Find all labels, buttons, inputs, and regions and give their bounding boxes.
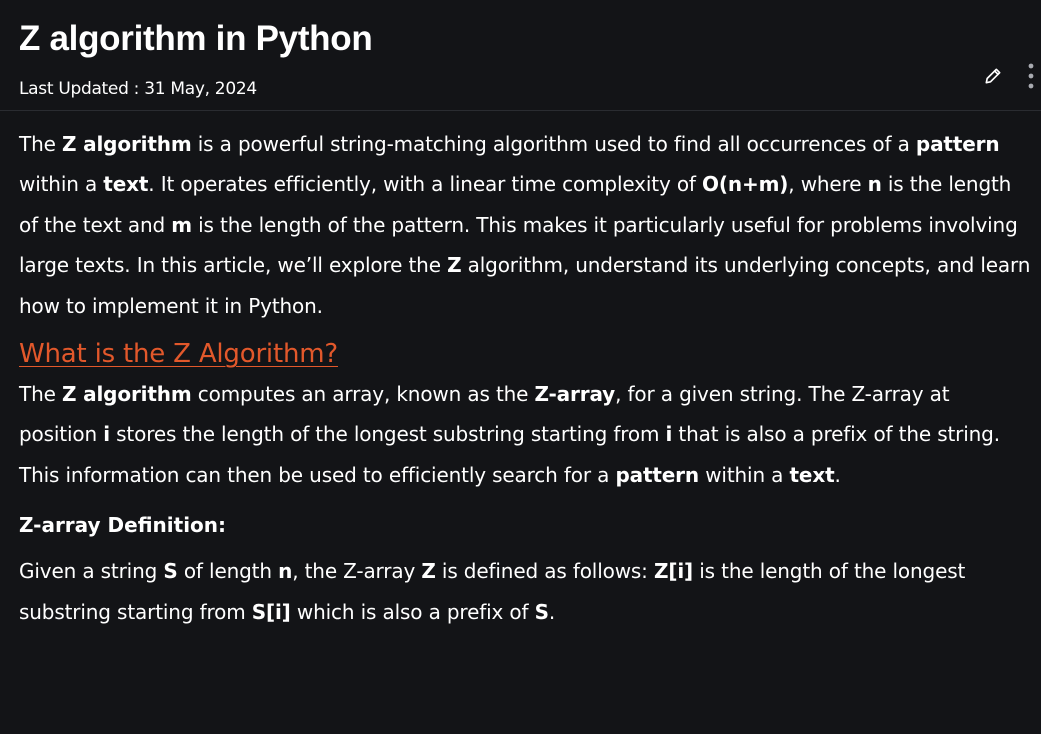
text-run: The [19,132,62,156]
bold-term: pattern [615,462,699,487]
bold-term: S [163,559,178,584]
text-run: within a [699,462,790,487]
section-heading-link[interactable]: What is the Z Algorithm? [19,338,338,370]
meta-row: Last Updated : 31 May, 2024 [19,59,1034,111]
article-actions [981,59,1041,93]
text-run: within a [19,172,104,197]
text-run: . It operates efficiently, with a linear… [148,172,703,197]
bold-term: n [278,559,293,584]
bold-term: pattern [915,132,1000,156]
section-paragraph: The Z algorithm computes an array, known… [19,374,1031,495]
text-run: , the Z-array [292,559,422,584]
bold-term: S [534,599,549,624]
text-run: , where [788,172,868,197]
text-run: which is also a prefix of [290,599,535,624]
text-run: The [19,382,62,407]
definition-paragraph: Given a string S of length n, the Z-arra… [19,551,1031,632]
intro-paragraph: The Z algorithm is a powerful string-mat… [19,124,1031,326]
text-run: . [548,599,556,624]
more-vertical-icon[interactable] [1019,62,1041,90]
bold-term: Z [421,559,436,584]
bold-term: text [103,172,149,197]
bold-term: S[i] [251,599,291,624]
last-updated: Last Updated : 31 May, 2024 [19,79,257,99]
text-run: computes an array, known as the [191,382,535,407]
bold-term: n [867,172,882,197]
page-title: Z algorithm in Python [19,19,373,58]
article: Z algorithm in Python Last Updated : 31 … [19,0,1034,111]
header-divider [0,110,1041,111]
text-run: is defined as follows: [435,559,654,584]
bold-term: Z algorithm [61,132,192,156]
text-run: is a powerful string-matching algorithm … [191,132,916,156]
pencil-icon[interactable] [981,62,1005,90]
text-run: . [834,462,841,487]
bold-term: Z [447,253,462,278]
text-run: Given a string [19,559,164,584]
bold-term: Z-array [534,382,616,407]
bold-term: m [171,212,192,237]
text-run: stores the length of the longest substri… [109,422,666,447]
bold-term: Z[i] [653,559,694,584]
article-body: The Z algorithm is a powerful string-mat… [19,124,1031,632]
bold-term: O(n+m) [702,172,789,197]
bold-term: Z algorithm [61,382,192,407]
subsection-heading: Z-array Definition: [19,513,227,538]
text-run: of length [177,559,279,584]
bold-term: i [103,422,110,447]
bold-term: text [789,462,835,487]
